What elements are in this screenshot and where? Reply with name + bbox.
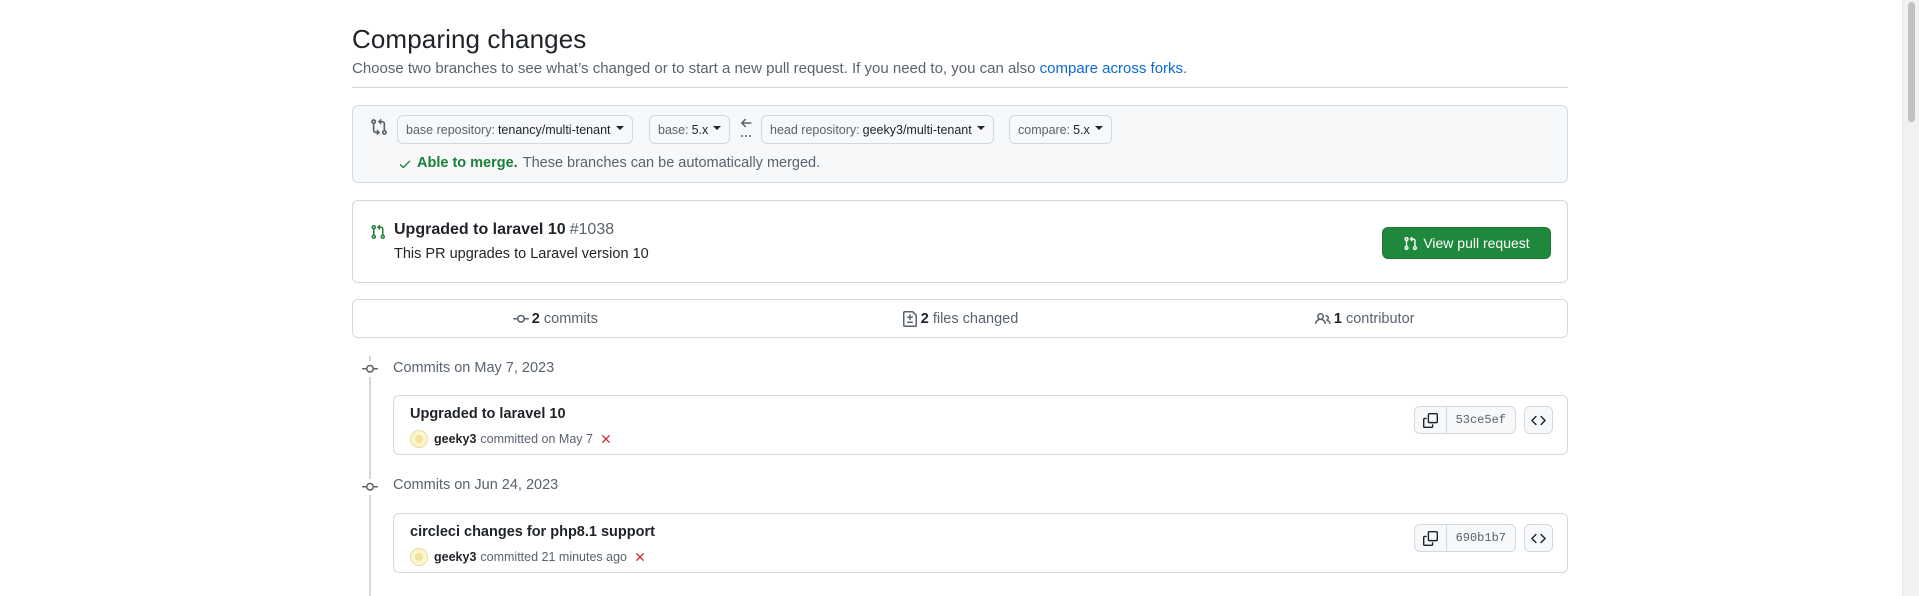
base-repository-select[interactable]: base repository: tenancy/multi-tenant [397, 115, 633, 144]
commit-group-date: Commits on Jun 24, 2023 [393, 477, 559, 493]
copy-icon [1422, 412, 1438, 428]
timeline-line [369, 356, 371, 596]
x-icon[interactable] [633, 550, 647, 564]
commit-row: Upgraded to laravel 10 geeky3 committed … [393, 395, 1568, 455]
base-branch-value: 5.x [691, 122, 709, 137]
git-commit-icon [512, 314, 529, 323]
avatar[interactable] [410, 548, 428, 566]
compare-branch-label: compare: [1018, 122, 1071, 137]
merge-ok-label: Able to merge. [417, 154, 518, 171]
head-repository-value: geeky3/multi-tenant [862, 122, 972, 137]
view-pull-request-button[interactable]: View pull request [1382, 227, 1551, 259]
merge-status: Able to merge. These branches can be aut… [398, 154, 820, 171]
compare-branch-value: 5.x [1073, 122, 1090, 137]
existing-pull-request: Upgraded to laravel 10 #1038 This PR upgr… [352, 200, 1568, 283]
sha-group: 53ce5ef [1413, 406, 1516, 434]
pull-request-title: Upgraded to laravel 10 #1038 [394, 221, 614, 239]
commit-title-link[interactable]: circleci changes for php8.1 support [410, 524, 655, 540]
tab-commits[interactable]: 2 commits [353, 300, 758, 337]
git-commit-icon [362, 361, 378, 377]
pull-request-title-text: Upgraded to laravel 10 [394, 221, 566, 238]
code-icon [1531, 533, 1546, 543]
commit-sha-link[interactable]: 690b1b7 [1447, 525, 1515, 551]
file-diff-icon [902, 310, 917, 327]
files-count: 2 [920, 310, 929, 327]
commit-date: committed 21 minutes ago [480, 550, 628, 564]
sha-group: 690b1b7 [1413, 524, 1516, 552]
compare-branch-select[interactable]: compare: 5.x [1009, 115, 1112, 144]
avatar[interactable] [410, 430, 428, 448]
page-scrollbar[interactable] [1902, 0, 1919, 596]
tab-files-changed[interactable]: 2 files changed [758, 300, 1163, 337]
contributors-count: 1 [1333, 310, 1342, 327]
code-icon [1531, 415, 1546, 425]
subtitle-text: Choose two branches to see what’s change… [352, 60, 1036, 77]
view-pull-request-label: View pull request [1423, 235, 1530, 251]
files-label: files changed [932, 310, 1019, 327]
compare-icon [371, 118, 387, 136]
browse-repo-button[interactable] [1524, 406, 1553, 434]
caret-down-icon [713, 125, 722, 130]
git-commit-icon [362, 479, 378, 495]
base-repository-value: tenancy/multi-tenant [497, 122, 611, 137]
subtitle-end: . [1183, 60, 1188, 77]
commit-meta: geeky3 committed on May 7 [410, 430, 613, 448]
scrollbar-thumb[interactable] [1908, 2, 1915, 122]
pull-request-number: #1038 [569, 221, 615, 238]
commits-count: 2 [531, 310, 540, 327]
check-icon [399, 160, 411, 169]
page-title: Comparing changes [352, 24, 587, 54]
commit-row: circleci changes for php8.1 support geek… [393, 513, 1568, 573]
merge-status-text: These branches can be automatically merg… [522, 154, 821, 171]
tab-contributors[interactable]: 1 contributor [1162, 300, 1567, 337]
commits-label: commits [543, 310, 598, 327]
contributors-label: contributor [1345, 310, 1415, 327]
pull-request-description: This PR upgrades to Laravel version 10 [394, 246, 649, 262]
arrow-left-icon [741, 118, 752, 137]
commit-date: committed on May 7 [480, 432, 593, 446]
commit-group-date: Commits on May 7, 2023 [393, 360, 555, 376]
base-repository-label: base repository: [406, 122, 495, 137]
git-pull-request-icon [371, 224, 386, 240]
commit-author-link[interactable]: geeky3 [434, 432, 476, 446]
caret-down-icon [615, 125, 624, 130]
divider [352, 87, 1568, 88]
compare-across-forks-link[interactable]: compare across forks [1040, 60, 1183, 77]
copy-sha-button[interactable] [1414, 525, 1447, 551]
people-icon [1314, 312, 1331, 324]
head-repository-label: head repository: [770, 122, 860, 137]
commit-sha-link[interactable]: 53ce5ef [1447, 407, 1515, 433]
browse-repo-button[interactable] [1524, 524, 1553, 552]
base-branch-label: base: [658, 122, 689, 137]
head-repository-select[interactable]: head repository: geeky3/multi-tenant [761, 115, 994, 144]
range-editor: base repository: tenancy/multi-tenant ba… [352, 105, 1568, 183]
copy-sha-button[interactable] [1414, 407, 1447, 433]
compare-summary-tabs: 2 commits 2 files changed 1 contributor [352, 299, 1568, 338]
x-icon[interactable] [599, 432, 613, 446]
base-branch-select[interactable]: base: 5.x [649, 115, 731, 144]
commit-title-link[interactable]: Upgraded to laravel 10 [410, 406, 566, 422]
copy-icon [1422, 530, 1438, 546]
commit-author-link[interactable]: geeky3 [434, 550, 476, 564]
caret-down-icon [976, 125, 985, 130]
git-pull-request-icon [1404, 236, 1418, 250]
commit-meta: geeky3 committed 21 minutes ago [410, 548, 647, 566]
page-subtitle: Choose two branches to see what’s change… [352, 60, 1187, 77]
caret-down-icon [1094, 125, 1103, 130]
